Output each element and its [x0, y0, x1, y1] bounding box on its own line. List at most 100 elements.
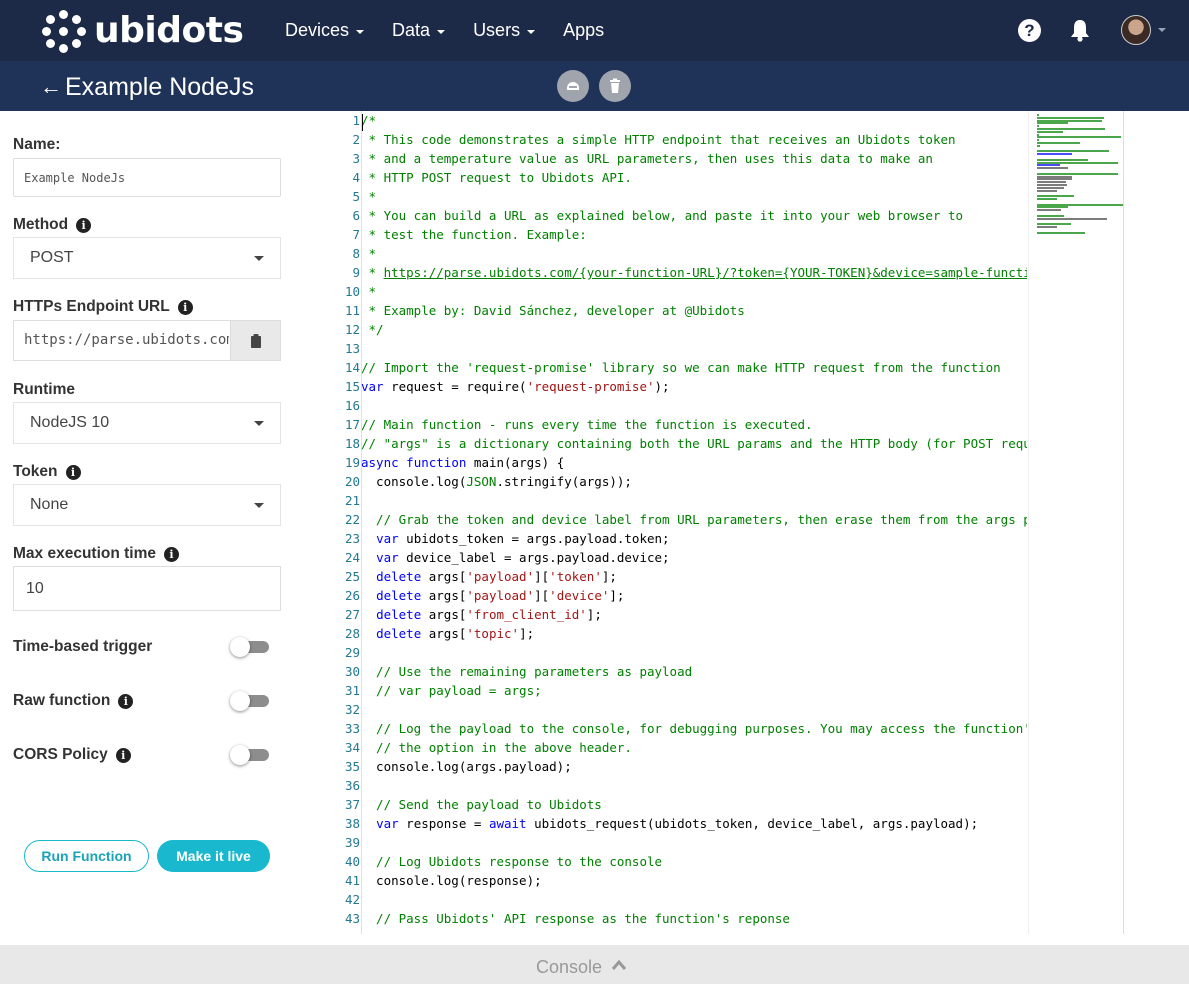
- line-number: 17: [344, 417, 360, 432]
- line-number: 33: [344, 721, 360, 736]
- line-number: 16: [344, 398, 360, 413]
- endpoint-label: HTTPs Endpoint URL i: [13, 298, 193, 316]
- minimap-line: [1037, 116, 1104, 119]
- minimap-line: [1037, 158, 1088, 161]
- logs-button[interactable]: [557, 70, 589, 102]
- nav-devices[interactable]: Devices: [285, 20, 365, 41]
- minimap-line: [1037, 144, 1040, 147]
- info-icon[interactable]: i: [177, 299, 193, 315]
- line-number: 34: [344, 740, 360, 755]
- code-line: // Pass Ubidots' API response as the fun…: [361, 911, 790, 926]
- info-icon[interactable]: i: [76, 217, 92, 233]
- line-number: 27: [344, 607, 360, 622]
- line-number: 36: [344, 778, 360, 793]
- chevron-down-icon[interactable]: [1158, 28, 1166, 32]
- runtime-select[interactable]: NodeJS 10: [13, 402, 281, 444]
- line-number: 35: [344, 759, 360, 774]
- nav-users[interactable]: Users: [473, 20, 536, 41]
- line-number: 42: [344, 892, 360, 907]
- code-token: ];: [586, 607, 602, 622]
- line-number: 43: [344, 911, 360, 926]
- nav-apps-label: Apps: [563, 20, 605, 40]
- nav-data[interactable]: Data: [392, 20, 446, 41]
- ubidots-logo-icon: [42, 9, 86, 53]
- code-token: console.log(: [361, 474, 467, 489]
- code-token: // Grab the token and device label from …: [361, 512, 1027, 527]
- line-number: 39: [344, 835, 360, 850]
- code-token: 'request-promise': [526, 379, 655, 394]
- avatar[interactable]: [1121, 15, 1151, 45]
- minimap-line: [1037, 136, 1121, 139]
- code-line: *: [361, 246, 377, 261]
- code-token: /*: [361, 113, 377, 128]
- raw-function-toggle[interactable]: [230, 691, 269, 711]
- line-number: 28: [344, 626, 360, 641]
- info-icon[interactable]: i: [115, 747, 131, 763]
- name-input[interactable]: Example NodeJs: [13, 158, 281, 197]
- minimap-line: [1037, 198, 1057, 200]
- code-line: var device_label = args.payload.device;: [361, 550, 670, 565]
- code-area[interactable]: /* * This code demonstrates a simple HTT…: [361, 111, 1027, 934]
- max-exec-label-text: Max execution time: [13, 545, 156, 562]
- info-icon[interactable]: i: [118, 693, 134, 709]
- nav-apps[interactable]: Apps: [563, 20, 604, 41]
- code-token: ];: [601, 569, 617, 584]
- minimap-line: [1037, 150, 1109, 153]
- code-token: // "args" is a dictionary containing bot…: [361, 436, 1027, 451]
- endpoint-url-field[interactable]: https://parse.ubidots.com: [24, 321, 229, 360]
- code-line: // the option in the above header.: [361, 740, 632, 755]
- method-select[interactable]: POST: [13, 237, 281, 279]
- code-token: */: [361, 322, 384, 337]
- ubidots-logo[interactable]: ubidots: [42, 8, 244, 54]
- code-token: // Pass Ubidots' API response as the fun…: [361, 911, 790, 926]
- cors-toggle[interactable]: [230, 745, 269, 765]
- cors-label-text: CORS Policy: [13, 746, 108, 763]
- token-select[interactable]: None: [13, 484, 281, 526]
- help-icon[interactable]: ?: [1018, 19, 1041, 42]
- info-icon[interactable]: i: [65, 464, 81, 480]
- code-line: */: [361, 322, 384, 337]
- delete-button[interactable]: [599, 70, 631, 102]
- copy-url-button[interactable]: [230, 321, 280, 360]
- code-token: var: [361, 379, 384, 394]
- line-number: 32: [344, 702, 360, 717]
- code-token: delete: [376, 569, 422, 584]
- line-number: 37: [344, 797, 360, 812]
- code-minimap[interactable]: [1028, 111, 1124, 934]
- arrow-left-icon[interactable]: ←: [40, 76, 62, 98]
- code-token: * This code demonstrates a simple HTTP e…: [361, 132, 956, 147]
- line-number: 5: [352, 189, 360, 204]
- make-live-button[interactable]: Make it live: [157, 840, 270, 872]
- run-function-button[interactable]: Run Function: [24, 840, 149, 872]
- minimap-line: [1037, 139, 1039, 142]
- minimap-line: [1037, 189, 1057, 192]
- minimap-line: [1037, 195, 1074, 198]
- line-number: 29: [344, 645, 360, 660]
- code-token: *: [361, 284, 377, 299]
- minimap-line: [1037, 231, 1085, 234]
- runtime-value: NodeJS 10: [30, 414, 110, 431]
- max-exec-input[interactable]: 10: [13, 566, 281, 611]
- code-editor[interactable]: 1 2 3 4 5 6 7 8 9 10 11 12 13 14 15 16 17 18 19 20 21 22 23 24 2…: [300, 111, 1189, 934]
- minimap-line: [1037, 119, 1102, 122]
- info-icon[interactable]: i: [164, 546, 179, 562]
- minimap-line: [1037, 203, 1123, 206]
- time-trigger-toggle[interactable]: [230, 637, 269, 657]
- chevron-up-icon[interactable]: [611, 958, 627, 976]
- code-token: 'token': [549, 569, 602, 584]
- bell-icon[interactable]: [1069, 18, 1091, 42]
- code-token: 'device': [549, 588, 610, 603]
- nav-data-label: Data: [392, 20, 431, 40]
- console-label[interactable]: Console: [536, 956, 602, 978]
- line-number: 19: [344, 455, 360, 470]
- line-number: 6: [352, 208, 360, 223]
- name-label-text: Name:: [13, 136, 61, 153]
- code-token: );: [654, 379, 670, 394]
- code-token: JSON: [466, 474, 497, 489]
- minimap-line: [1037, 130, 1063, 133]
- code-token: var: [376, 816, 399, 831]
- method-label: Method i: [13, 216, 92, 234]
- line-number: 30: [344, 664, 360, 679]
